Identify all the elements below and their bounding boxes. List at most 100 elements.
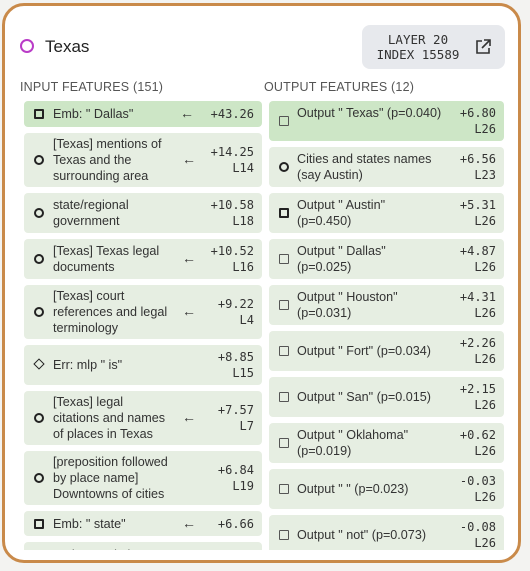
feature-label: state/regional government [53,198,129,228]
output-feature-row[interactable]: Output " Texas" (p=0.040) +6.80 L26 [269,101,504,141]
feature-value: -0.08 L26 [460,519,496,550]
feature-label: Err: mlp " is" [53,358,123,372]
input-feature-row[interactable]: Emb: " capital" ← +5.81 [24,542,262,550]
attribution-value: +5.81 [218,547,254,551]
attribution-value: +8.85 [217,350,254,364]
square-node-icon [279,208,289,218]
layer-value: L26 [474,398,496,412]
feature-label: [Texas] legal citations and names of pla… [53,395,166,441]
attribution-value: +6.66 [217,516,254,531]
feature-value: +10.52 L16 [211,243,254,275]
layer-value: L19 [232,479,254,493]
feature-value: +14.25 L14 [211,144,254,176]
feature-panel: Texas LAYER 20 INDEX 15589 INPUT FEATURE… [2,3,521,563]
circle-node-icon [34,155,44,165]
circle-node-icon [34,413,44,423]
feature-label: Output " Oklahoma" (p=0.019) [297,428,409,458]
output-feature-row[interactable]: Output " not" (p=0.073) -0.08 L26 [269,515,504,550]
square-output-icon [279,530,289,540]
left-arrow-icon: ← [182,303,196,319]
input-features-list: Emb: " Dallas" ← +43.26 [Texas] mentions of… [24,101,262,550]
layer-value: L26 [474,490,496,504]
layer-value: L23 [474,168,496,182]
feature-label: [Texas] court references and legal termi… [53,289,168,335]
left-arrow-icon: ← [182,409,196,425]
square-output-icon [279,484,289,494]
attribution-value: +5.31 [459,198,496,212]
panel-header: Texas LAYER 20 INDEX 15589 [5,6,518,82]
circle-outline-icon [20,39,34,53]
output-feature-row[interactable]: Cities and states names (say Austin) +6.5… [269,147,504,187]
output-feature-row[interactable]: Output " San" (p=0.015) +2.15 L26 [269,377,504,417]
square-output-icon [279,254,289,264]
attribution-value: +9.22 [217,297,254,311]
layer-value: L26 [474,352,496,366]
input-feature-row[interactable]: [Texas] court references and legal termi… [24,285,262,339]
square-output-icon [279,438,289,448]
diamond-error-icon [33,358,45,370]
feature-label: Output " Austin" (p=0.450) [297,198,386,228]
layer-value: L4 [239,313,254,327]
circle-node-icon [34,473,44,483]
feature-label: Emb: " Dallas" [53,107,134,121]
feature-label: Output " Dallas" (p=0.025) [297,244,386,274]
attribution-value: +4.87 [459,244,496,258]
open-layer-button[interactable]: LAYER 20 INDEX 15589 [362,25,505,69]
attribution-value: -0.03 [459,474,496,488]
input-feature-row[interactable]: Emb: " state" ← +6.66 [24,511,262,536]
output-feature-row[interactable]: Output " Austin" (p=0.450) +5.31 L26 [269,193,504,233]
layer-value: L16 [232,260,254,274]
feature-label: [Texas] Texas legal documents [53,244,160,274]
feature-value: +6.80 L26 [460,105,496,137]
layer-value: L26 [474,444,496,458]
output-feature-row[interactable]: Output " Houston" (p=0.031) +4.31 L26 [269,285,504,325]
feature-label: [Texas] mentions of Texas and the surrou… [53,137,162,183]
input-feature-row[interactable]: [Texas] legal citations and names of pla… [24,391,262,445]
circle-node-icon [34,254,44,264]
input-feature-row[interactable]: [preposition followed by place name] Dow… [24,451,262,505]
square-output-icon [279,116,289,126]
input-feature-row[interactable]: [Texas] mentions of Texas and the surrou… [24,133,262,187]
square-node-icon [34,518,44,529]
layer-line: LAYER 20 [387,32,449,47]
left-arrow-icon: ← [182,151,196,167]
attribution-value: +10.52 [210,244,254,258]
layer-value: L7 [239,419,254,433]
left-arrow-icon: ← [180,105,194,121]
attribution-value: +6.56 [459,152,496,166]
feature-value: +6.56 L23 [460,151,496,183]
output-feature-row[interactable]: Output " Oklahoma" (p=0.019) +0.62 L26 [269,423,504,463]
feature-label: Output " Fort" (p=0.034) [297,344,431,358]
input-feature-row[interactable]: [Texas] Texas legal documents ← +10.52 L16 [24,239,262,279]
input-feature-row[interactable]: Err: mlp " is" +8.85 L15 [24,345,262,385]
feature-label: Output " " (p=0.023) [297,482,409,496]
layer-value: L15 [232,366,254,380]
attribution-value: +2.15 [459,382,496,396]
output-feature-row[interactable]: Output " Dallas" (p=0.025) +4.87 L26 [269,239,504,279]
output-feature-row[interactable]: Output " " (p=0.023) -0.03 L26 [269,469,504,509]
layer-value: L26 [474,306,496,320]
attribution-value: +10.58 [210,198,254,212]
layer-value: L14 [232,161,254,175]
index-line: INDEX 15589 [376,47,460,62]
left-arrow-icon: ← [182,250,196,266]
feature-value: +2.26 L26 [460,335,496,367]
feature-label: Output " not" (p=0.073) [297,528,427,542]
feature-value: +8.85 L15 [218,349,254,381]
feature-value: +2.15 L26 [460,381,496,413]
feature-value: +10.58 L18 [211,197,254,229]
input-feature-row[interactable]: Emb: " Dallas" ← +43.26 [24,101,262,127]
attribution-value: +0.62 [459,428,496,442]
layer-value: L26 [474,536,496,550]
output-feature-row[interactable]: Output " Fort" (p=0.034) +2.26 L26 [269,331,504,371]
layer-value: L26 [474,214,496,228]
attribution-value: +43.26 [210,107,254,121]
feature-value: +6.84 L19 [218,462,254,494]
feature-label: Emb: " capital" [53,547,171,551]
input-feature-row[interactable]: state/regional government +10.58 L18 [24,193,262,233]
left-arrow-icon: ← [182,514,196,531]
feature-value: +5.81 [218,547,254,551]
feature-value: +9.22 L4 [218,296,254,328]
output-features-list: Output " Texas" (p=0.040) +6.80 L26 Cities … [269,101,504,550]
feature-label: Output " San" (p=0.015) [297,390,431,404]
